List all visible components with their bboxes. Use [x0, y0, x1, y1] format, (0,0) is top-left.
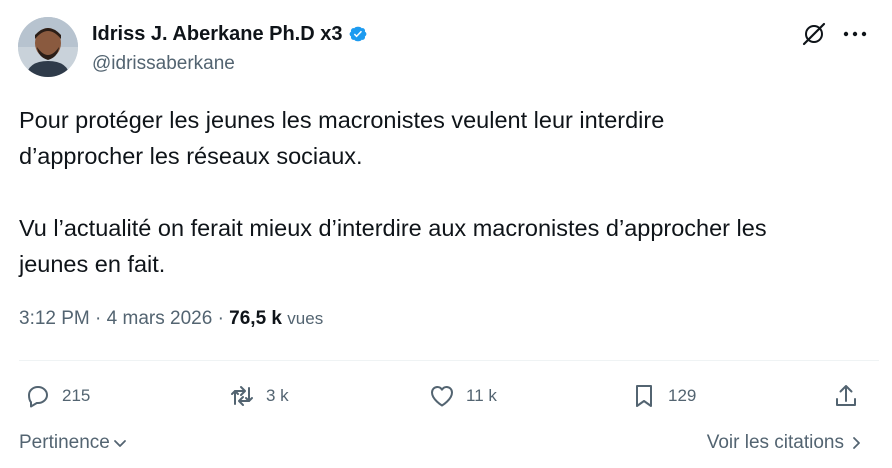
grok-icon[interactable]	[801, 21, 827, 47]
author-handle[interactable]: @idrissaberkane	[92, 52, 235, 76]
views-count: 76,5 k	[229, 308, 282, 329]
retweet-icon	[231, 386, 253, 406]
view-quotes-link[interactable]: Voir les citations	[707, 432, 864, 454]
sort-label: Pertinence	[19, 432, 110, 453]
avatar-image	[18, 17, 78, 77]
like-icon	[431, 386, 453, 407]
more-icon[interactable]	[843, 30, 867, 38]
bookmark-count: 129	[668, 386, 697, 405]
share-icon	[836, 385, 856, 406]
tweet-meta: 3:12 PM · 4 mars 2026 · 76,5 k vues	[19, 307, 323, 331]
avatar[interactable]	[18, 17, 78, 77]
meta-separator: ·	[95, 308, 102, 329]
meta-separator: ·	[217, 308, 224, 329]
like-button[interactable]: 11 k	[428, 382, 497, 410]
author-name-row[interactable]: Idriss J. Aberkane Ph.D x3	[92, 22, 370, 46]
like-count: 11 k	[466, 386, 497, 405]
reply-button[interactable]: 215	[24, 382, 90, 410]
reply-icon	[28, 386, 48, 408]
bookmark-button[interactable]: 129	[630, 382, 696, 410]
tweet-text: Pour protéger les jeunes les macronistes…	[19, 107, 767, 277]
view-quotes-label: Voir les citations	[706, 432, 844, 453]
divider	[19, 360, 879, 361]
reply-count: 215	[62, 386, 91, 405]
chevron-down-icon	[113, 440, 126, 447]
retweet-count: 3 k	[266, 386, 289, 405]
chevron-right-icon	[853, 437, 860, 449]
bookmark-icon	[636, 385, 652, 407]
author-display-name[interactable]: Idriss J. Aberkane Ph.D x3	[92, 22, 342, 46]
share-button[interactable]	[832, 382, 860, 410]
tweet-date[interactable]: 4 mars 2026	[107, 308, 213, 329]
retweet-button[interactable]: 3 k	[228, 382, 289, 410]
views-label: vues	[287, 309, 324, 328]
tweet-time[interactable]: 3:12 PM	[19, 308, 90, 329]
sort-dropdown[interactable]: Pertinence	[19, 432, 128, 454]
verified-badge-icon	[350, 26, 367, 42]
